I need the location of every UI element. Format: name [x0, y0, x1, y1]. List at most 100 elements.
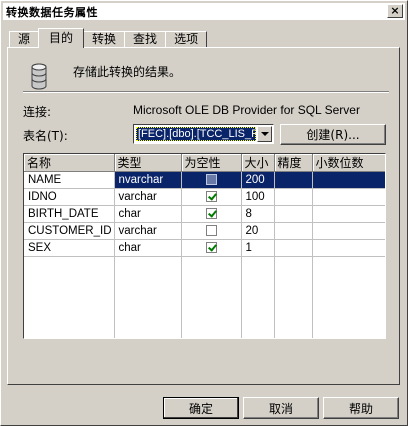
column-precision-cell[interactable]: [274, 205, 313, 223]
tab-source[interactable]: 源: [9, 31, 40, 48]
column-type-cell[interactable]: varchar: [114, 188, 182, 206]
tab-destination[interactable]: 目的: [38, 28, 85, 48]
column-scale-cell[interactable]: [312, 205, 385, 223]
create-button[interactable]: 创建(R)...: [280, 124, 386, 145]
tab-transform[interactable]: 转换: [83, 31, 126, 48]
table-row[interactable]: IDNO varchar 100: [24, 188, 385, 206]
connection-value: Microsoft OLE DB Provider for SQL Server: [133, 103, 360, 117]
header-name[interactable]: 名称: [24, 154, 115, 172]
column-name-cell[interactable]: BIRTH_DATE: [24, 205, 115, 223]
empty-cell: [312, 307, 385, 325]
empty-cell: [114, 324, 182, 338]
column-nullable-cell[interactable]: [181, 205, 242, 223]
empty-cell: [181, 307, 242, 325]
window-title: 转换数据任务属性: [6, 5, 98, 19]
column-precision-cell[interactable]: [274, 222, 313, 240]
table-name-select[interactable]: [FEC].[dbo].[TCC_LIS_PE: [133, 124, 274, 144]
header-type[interactable]: 类型: [114, 154, 182, 172]
grid-header-row: 名称 类型 为空性 大小 精度 小数位数: [24, 154, 385, 172]
nullable-checkbox[interactable]: [205, 225, 217, 237]
columns-grid: 名称 类型 为空性 大小 精度 小数位数 NAME nvarchar 200 IDNO…: [23, 153, 386, 339]
close-button[interactable]: ×: [387, 4, 403, 18]
column-name-cell[interactable]: NAME: [24, 171, 115, 189]
empty-cell: [24, 290, 115, 308]
chevron-down-icon[interactable]: [257, 126, 272, 142]
help-button[interactable]: 帮助: [323, 397, 399, 419]
table-row[interactable]: BIRTH_DATE char 8: [24, 205, 385, 223]
nullable-checkbox[interactable]: [205, 191, 217, 203]
column-type-cell[interactable]: nvarchar: [114, 171, 182, 189]
nullable-checkbox[interactable]: [205, 174, 217, 186]
empty-cell: [312, 324, 385, 338]
column-precision-cell[interactable]: [274, 239, 313, 257]
column-size-cell[interactable]: 100: [241, 188, 275, 206]
title-bar: 转换数据任务属性 ×: [3, 3, 405, 20]
table-name-label: 表名(T):: [23, 129, 68, 143]
column-nullable-cell[interactable]: [181, 222, 242, 240]
destination-description: 存储此转换的结果。: [73, 65, 182, 79]
table-row[interactable]: NAME nvarchar 200: [24, 171, 385, 189]
empty-cell: [181, 290, 242, 308]
column-name-cell[interactable]: IDNO: [24, 188, 115, 206]
column-precision-cell[interactable]: [274, 188, 313, 206]
column-size-cell[interactable]: 20: [241, 222, 275, 240]
ok-button[interactable]: 确定: [163, 397, 239, 419]
empty-cell: [114, 290, 182, 308]
empty-cell: [241, 324, 275, 338]
column-scale-cell[interactable]: [312, 188, 385, 206]
header-size[interactable]: 大小: [241, 154, 275, 172]
column-size-cell[interactable]: 200: [241, 171, 275, 189]
empty-cell: [114, 307, 182, 325]
column-size-cell[interactable]: 8: [241, 205, 275, 223]
connection-label: 连接:: [23, 105, 52, 119]
empty-cell: [24, 324, 115, 338]
empty-cell: [114, 273, 182, 291]
empty-cell: [24, 273, 115, 291]
column-type-cell[interactable]: char: [114, 239, 182, 257]
empty-row: [24, 324, 385, 338]
separator: [23, 91, 389, 93]
empty-cell: [274, 307, 313, 325]
empty-cell: [181, 273, 242, 291]
empty-cell: [312, 290, 385, 308]
column-size-cell[interactable]: 1: [241, 239, 275, 257]
column-nullable-cell[interactable]: [181, 239, 242, 257]
empty-cell: [274, 324, 313, 338]
empty-cell: [241, 290, 275, 308]
empty-cell: [312, 256, 385, 274]
column-precision-cell[interactable]: [274, 171, 313, 189]
tab-lookup[interactable]: 查找: [124, 31, 167, 48]
column-scale-cell[interactable]: [312, 171, 385, 189]
empty-row: [24, 290, 385, 308]
column-name-cell[interactable]: CUSTOMER_ID: [24, 222, 115, 240]
header-nullable[interactable]: 为空性: [181, 154, 242, 172]
empty-row: [24, 273, 385, 291]
column-name-cell[interactable]: SEX: [24, 239, 115, 257]
column-scale-cell[interactable]: [312, 222, 385, 240]
column-type-cell[interactable]: char: [114, 205, 182, 223]
empty-row: [24, 307, 385, 325]
empty-cell: [24, 256, 115, 274]
table-row[interactable]: SEX char 1: [24, 239, 385, 257]
empty-cell: [241, 256, 275, 274]
empty-cell: [241, 273, 275, 291]
empty-cell: [274, 256, 313, 274]
column-nullable-cell[interactable]: [181, 188, 242, 206]
header-precision[interactable]: 精度: [274, 154, 313, 172]
empty-cell: [274, 273, 313, 291]
nullable-checkbox[interactable]: [205, 242, 217, 254]
empty-cell: [114, 256, 182, 274]
column-scale-cell[interactable]: [312, 239, 385, 257]
cancel-button[interactable]: 取消: [243, 397, 319, 419]
column-type-cell[interactable]: varchar: [114, 222, 182, 240]
table-row[interactable]: CUSTOMER_ID varchar 20: [24, 222, 385, 240]
table-name-value: [FEC].[dbo].[TCC_LIS_PE: [136, 127, 256, 141]
empty-cell: [181, 256, 242, 274]
column-nullable-cell[interactable]: [181, 171, 242, 189]
empty-cell: [181, 324, 242, 338]
nullable-checkbox[interactable]: [205, 208, 217, 220]
header-scale[interactable]: 小数位数: [312, 154, 385, 172]
empty-cell: [312, 273, 385, 291]
tab-options[interactable]: 选项: [165, 31, 208, 48]
tab-strip: 源 目的 转换 查找 选项: [9, 28, 208, 48]
